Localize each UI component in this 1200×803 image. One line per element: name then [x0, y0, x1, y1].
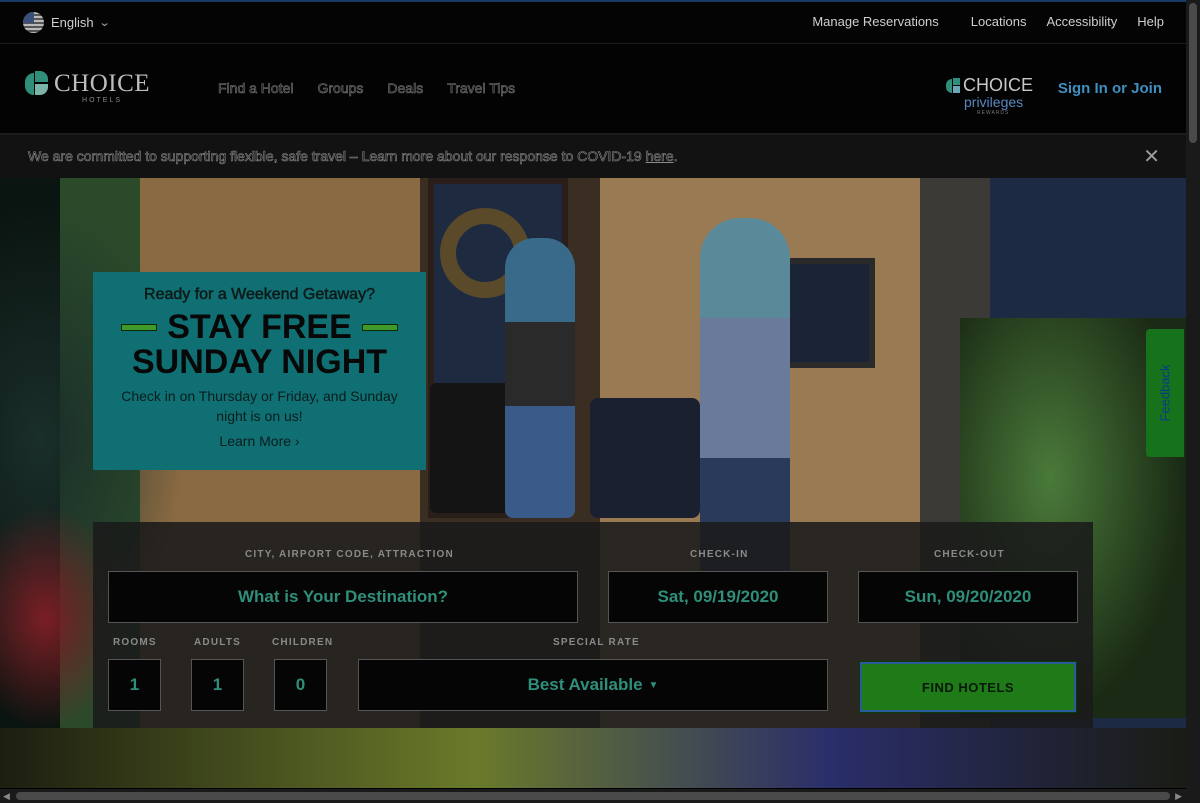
checkin-input[interactable]: Sat, 09/19/2020	[608, 571, 828, 623]
covid-trail: .	[673, 148, 678, 165]
choice-logo-icon	[25, 71, 49, 97]
language-selector[interactable]: English ⌄	[23, 12, 111, 33]
scroll-right-icon[interactable]: ▶	[1175, 791, 1182, 802]
adults-input[interactable]: 1	[191, 659, 244, 711]
special-rate-label: SPECIAL RATE	[553, 637, 640, 648]
children-input[interactable]: 0	[274, 659, 327, 711]
privileges-label: privileges	[964, 94, 1024, 110]
promo-subtext: Check in on Thursday or Friday, and Sund…	[121, 388, 398, 424]
logo-wordmark: CHOICE	[54, 70, 151, 97]
choice-privileges-logo[interactable]: CHOICE privileges REWARDS	[946, 75, 1033, 116]
promo-headline-1: STAY FREE	[93, 310, 426, 344]
vertical-scroll-thumb[interactable]	[1189, 3, 1197, 143]
main-nav: Find a Hotel Groups Deals Travel Tips	[218, 80, 539, 97]
covid-message: We are committed to supporting flexible,…	[28, 148, 646, 165]
find-hotels-button[interactable]: FIND HOTELS	[859, 661, 1077, 713]
language-label: English	[51, 15, 94, 30]
nav-deals[interactable]: Deals	[387, 80, 423, 97]
hotel-search-form: CITY, AIRPORT CODE, ATTRACTION What is Y…	[93, 522, 1093, 728]
covid-banner: We are committed to supporting flexible,…	[0, 135, 1186, 178]
hero-section: Ready for a Weekend Getaway? STAY FREE S…	[0, 178, 1186, 788]
utility-bar: English ⌄ Manage Reservations Locations …	[0, 0, 1186, 44]
help-link[interactable]: Help	[1137, 14, 1164, 29]
horizontal-scrollbar[interactable]: ◀ ▶	[0, 789, 1200, 803]
chevron-down-icon: ⌄	[98, 17, 111, 29]
privileges-wordmark: CHOICE	[963, 75, 1034, 95]
destination-input[interactable]: What is Your Destination?	[108, 571, 578, 623]
destination-label: CITY, AIRPORT CODE, ATTRACTION	[245, 549, 454, 560]
logo-subtitle: HOTELS	[82, 97, 123, 104]
manage-reservations-link[interactable]: Manage Reservations	[812, 14, 938, 29]
main-header: CHOICE HOTELS Find a Hotel Groups Deals …	[0, 44, 1186, 135]
nav-find-a-hotel[interactable]: Find a Hotel	[218, 80, 294, 97]
nav-groups[interactable]: Groups	[317, 80, 364, 97]
nav-travel-tips[interactable]: Travel Tips	[447, 80, 516, 97]
choice-privileges-icon	[946, 77, 960, 94]
accessibility-link[interactable]: Accessibility	[1046, 14, 1117, 29]
caret-down-icon: ▼	[648, 679, 659, 691]
feedback-label: Feedback	[1157, 364, 1173, 422]
covid-banner-text: We are committed to supporting flexible,…	[28, 148, 678, 165]
checkin-label: CHECK-IN	[690, 549, 749, 560]
special-rate-select[interactable]: Best Available ▼	[358, 659, 828, 711]
covid-here-link[interactable]: here	[645, 148, 674, 165]
adults-label: ADULTS	[194, 637, 242, 648]
us-flag-icon	[23, 12, 44, 33]
rooms-input[interactable]: 1	[108, 659, 161, 711]
checkout-label: CHECK-OUT	[934, 549, 1005, 560]
utility-links: Manage Reservations Locations Accessibil…	[780, 14, 1164, 29]
hero-person-woman	[505, 238, 575, 518]
horizontal-scroll-thumb[interactable]	[16, 792, 1170, 800]
hero-suitcase-blue	[590, 398, 700, 518]
choice-hotels-logo[interactable]: CHOICE HOTELS	[25, 71, 150, 104]
vertical-scrollbar[interactable]	[1186, 0, 1200, 789]
promo-headline-2: SUNDAY NIGHT	[131, 343, 388, 381]
scroll-left-icon[interactable]: ◀	[3, 791, 10, 802]
locations-link[interactable]: Locations	[971, 14, 1027, 29]
hero-suitcase	[430, 383, 510, 513]
rewards-tag: REWARDS	[977, 110, 1010, 116]
close-icon[interactable]: ✕	[1143, 144, 1160, 169]
rooms-label: ROOMS	[113, 637, 157, 648]
promo-kicker: Ready for a Weekend Getaway?	[144, 286, 375, 304]
hero-lawn	[0, 728, 1186, 788]
special-rate-value: Best Available	[527, 675, 643, 694]
promo-card[interactable]: Ready for a Weekend Getaway? STAY FREE S…	[93, 272, 426, 470]
sign-in-link[interactable]: Sign In or Join	[1058, 80, 1162, 97]
feedback-tab[interactable]: Feedback	[1146, 329, 1184, 457]
children-label: CHILDREN	[272, 637, 334, 648]
learn-more-link[interactable]: Learn More ›	[93, 433, 426, 449]
checkout-input[interactable]: Sun, 09/20/2020	[858, 571, 1078, 623]
